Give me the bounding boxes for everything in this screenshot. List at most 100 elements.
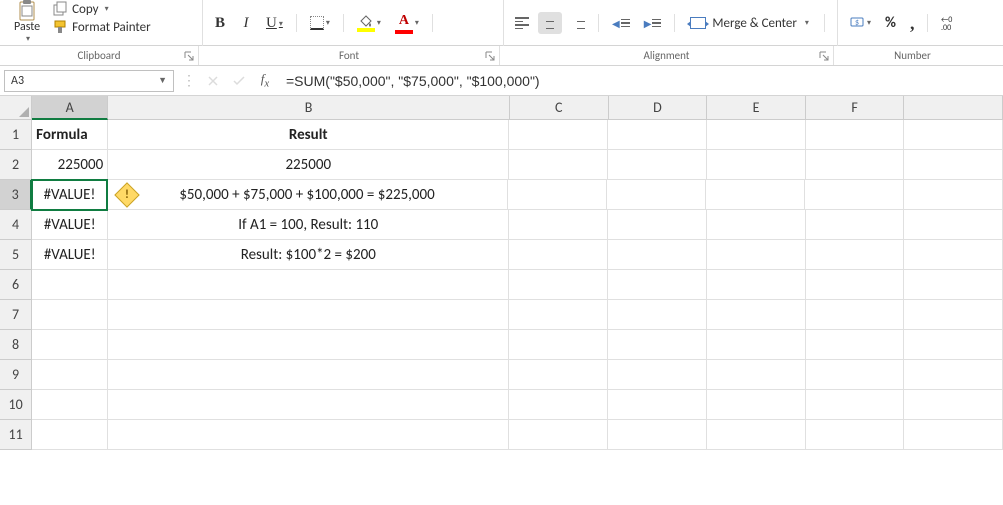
cell-e11[interactable]: [707, 420, 806, 450]
cell-e5[interactable]: [707, 240, 806, 270]
cell-d4[interactable]: [608, 210, 707, 240]
cell-e1[interactable]: [707, 120, 806, 150]
row-header-4[interactable]: 4: [0, 210, 32, 240]
decrease-indent-button[interactable]: ◀: [607, 12, 635, 34]
fill-color-button[interactable]: ▾: [352, 12, 386, 34]
cell-b8[interactable]: [108, 330, 509, 360]
increase-decimal-button[interactable]: ←0.00: [936, 12, 964, 34]
cell-c1[interactable]: [509, 120, 608, 150]
cell-e2[interactable]: [707, 150, 806, 180]
col-header-a[interactable]: A: [32, 96, 108, 120]
select-all-corner[interactable]: [0, 96, 32, 120]
cell-d5[interactable]: [608, 240, 707, 270]
col-header-c[interactable]: C: [510, 96, 609, 120]
comma-style-button[interactable]: ,: [905, 12, 920, 34]
row-header-10[interactable]: 10: [0, 390, 32, 420]
cell-c6[interactable]: [509, 270, 608, 300]
copy-button[interactable]: Copy ▾: [50, 0, 153, 18]
cell-c4[interactable]: [509, 210, 608, 240]
cell-d2[interactable]: [608, 150, 707, 180]
cell-a3[interactable]: #VALUE!: [31, 179, 107, 211]
cell-a11[interactable]: [32, 420, 108, 450]
cell-e9[interactable]: [707, 360, 806, 390]
cell-f6[interactable]: [806, 270, 905, 300]
cell-e6[interactable]: [707, 270, 806, 300]
col-header-extra[interactable]: [904, 96, 1003, 120]
row-header-9[interactable]: 9: [0, 360, 32, 390]
cell-f7[interactable]: [806, 300, 905, 330]
cell-a8[interactable]: [32, 330, 108, 360]
cell-e3[interactable]: [706, 180, 805, 210]
borders-button[interactable]: ▾: [305, 12, 335, 34]
cell-g8[interactable]: [904, 330, 1003, 360]
cell-e4[interactable]: [707, 210, 806, 240]
cell-c3[interactable]: [508, 180, 607, 210]
cell-b9[interactable]: [108, 360, 509, 390]
cell-g6[interactable]: [904, 270, 1003, 300]
cell-c8[interactable]: [509, 330, 608, 360]
insert-function-button[interactable]: fx: [252, 70, 278, 92]
align-left-button[interactable]: [510, 12, 534, 34]
font-color-button[interactable]: A ▾: [390, 12, 424, 34]
cell-f4[interactable]: [806, 210, 905, 240]
formula-input[interactable]: [278, 70, 999, 92]
cell-c9[interactable]: [509, 360, 608, 390]
cell-b7[interactable]: [108, 300, 509, 330]
cell-d9[interactable]: [608, 360, 707, 390]
cell-f3[interactable]: [805, 180, 904, 210]
bold-button[interactable]: B: [209, 12, 231, 34]
accounting-format-button[interactable]: $▾: [844, 12, 876, 34]
cell-g1[interactable]: [904, 120, 1003, 150]
align-right-button[interactable]: [566, 12, 590, 34]
row-header-11[interactable]: 11: [0, 420, 32, 450]
row-header-6[interactable]: 6: [0, 270, 32, 300]
name-box[interactable]: A3▼: [4, 70, 174, 92]
cell-a6[interactable]: [32, 270, 108, 300]
cell-e7[interactable]: [707, 300, 806, 330]
cell-b5[interactable]: Result: $100*2 = $200: [108, 240, 509, 270]
row-header-7[interactable]: 7: [0, 300, 32, 330]
row-header-8[interactable]: 8: [0, 330, 32, 360]
increase-indent-button[interactable]: ▶: [639, 12, 667, 34]
alignment-launcher[interactable]: [818, 50, 830, 62]
row-header-2[interactable]: 2: [0, 150, 32, 180]
cell-f5[interactable]: [806, 240, 905, 270]
cell-c11[interactable]: [509, 420, 608, 450]
cell-f1[interactable]: [806, 120, 905, 150]
cell-d7[interactable]: [608, 300, 707, 330]
cell-g4[interactable]: [904, 210, 1003, 240]
cell-g11[interactable]: [904, 420, 1003, 450]
cell-g3[interactable]: [904, 180, 1003, 210]
cell-c10[interactable]: [509, 390, 608, 420]
cell-b3[interactable]: $50,000 + $75,000 + $100,000 = $225,000: [107, 180, 509, 210]
cell-a2[interactable]: 225000: [32, 150, 108, 180]
font-launcher[interactable]: [484, 50, 496, 62]
col-header-d[interactable]: D: [609, 96, 708, 120]
cell-f9[interactable]: [806, 360, 905, 390]
col-header-e[interactable]: E: [707, 96, 806, 120]
row-header-1[interactable]: 1: [0, 120, 32, 150]
cell-e10[interactable]: [707, 390, 806, 420]
cell-b6[interactable]: [108, 270, 509, 300]
col-header-f[interactable]: F: [806, 96, 905, 120]
cancel-formula-button[interactable]: [200, 70, 226, 92]
cell-g10[interactable]: [904, 390, 1003, 420]
col-header-b[interactable]: B: [108, 96, 510, 120]
cell-g7[interactable]: [904, 300, 1003, 330]
cell-d1[interactable]: [608, 120, 707, 150]
cell-a10[interactable]: [32, 390, 108, 420]
clipboard-launcher[interactable]: [183, 50, 195, 62]
cell-a4[interactable]: #VALUE!: [32, 210, 108, 240]
cell-g9[interactable]: [904, 360, 1003, 390]
cell-a7[interactable]: [32, 300, 108, 330]
row-header-5[interactable]: 5: [0, 240, 32, 270]
cell-c7[interactable]: [509, 300, 608, 330]
cell-d3[interactable]: [607, 180, 706, 210]
cell-a1[interactable]: Formula: [32, 120, 108, 150]
cell-c2[interactable]: [509, 150, 608, 180]
underline-button[interactable]: U▾: [261, 12, 288, 34]
cell-f11[interactable]: [806, 420, 905, 450]
cell-b2[interactable]: 225000: [108, 150, 509, 180]
cell-d11[interactable]: [608, 420, 707, 450]
italic-button[interactable]: I: [235, 12, 257, 34]
